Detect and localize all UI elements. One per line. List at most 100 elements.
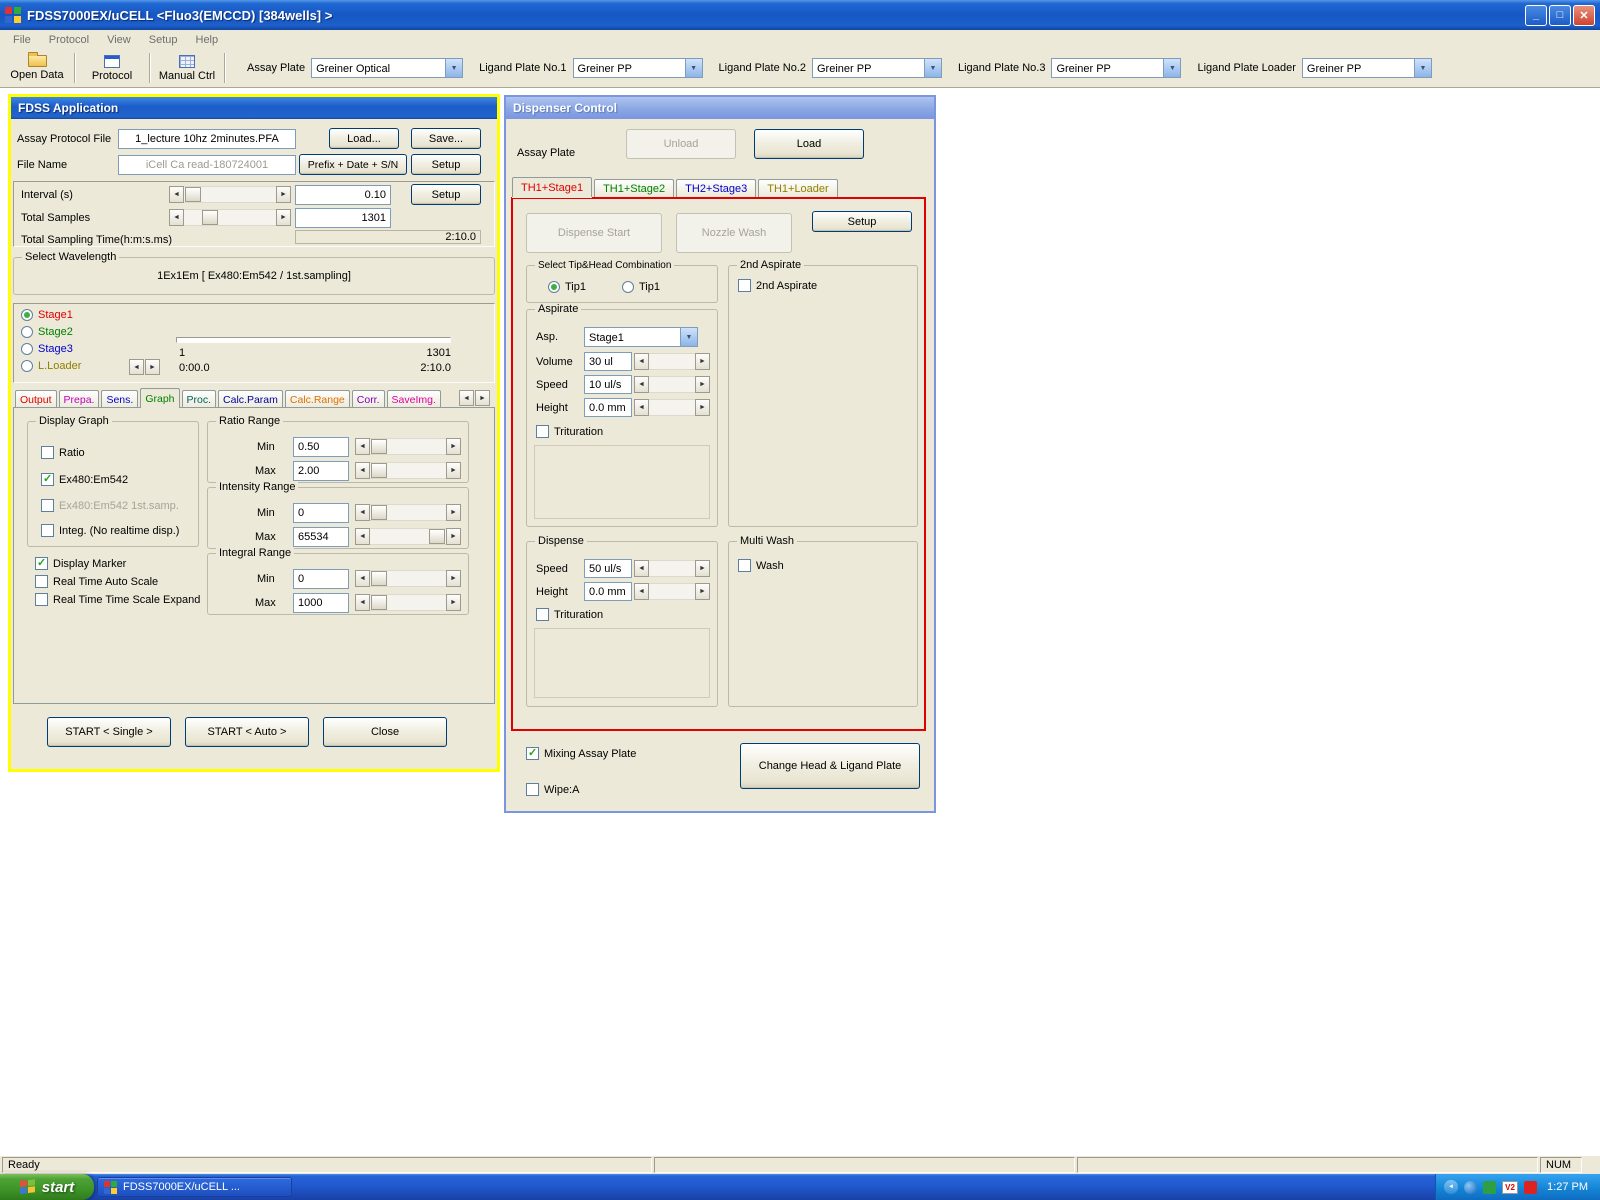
tab-prepa[interactable]: Prepa. <box>58 390 100 408</box>
aspirate-height-value[interactable]: 0.0 mm <box>584 398 632 417</box>
tab-calc-param[interactable]: Calc.Param <box>218 390 283 408</box>
start-auto-button[interactable]: START < Auto > <box>185 717 309 747</box>
scroll-thumb[interactable] <box>371 439 387 454</box>
chevron-down-icon[interactable]: ▼ <box>680 328 697 346</box>
v2-tray-icon[interactable]: V2 <box>1502 1180 1519 1194</box>
ratio-min-scrollbar[interactable]: ◄ ► <box>355 438 461 455</box>
change-head-ligand-plate-button[interactable]: Change Head & Ligand Plate <box>740 743 920 789</box>
integral-max-scrollbar[interactable]: ◄ ► <box>355 594 461 611</box>
chevron-down-icon[interactable]: ▼ <box>445 59 463 77</box>
arrow-right-icon[interactable]: ► <box>276 186 291 203</box>
tab-corr[interactable]: Corr. <box>351 390 385 408</box>
timeline-track[interactable] <box>176 337 451 343</box>
arrow-left-icon[interactable]: ◄ <box>634 353 649 370</box>
integral-min-value[interactable]: 0 <box>293 569 349 589</box>
arrow-left-icon[interactable]: ◄ <box>355 504 370 521</box>
timeline-left-arrow[interactable]: ◄ <box>129 359 144 375</box>
integral-min-scrollbar[interactable]: ◄ ► <box>355 570 461 587</box>
scroll-track[interactable] <box>649 560 695 577</box>
tab-proc[interactable]: Proc. <box>181 390 217 408</box>
tab-scroll-right[interactable]: ► <box>475 390 490 406</box>
arrow-left-icon[interactable]: ◄ <box>169 186 184 203</box>
ligand-plate-loader-combo[interactable]: Greiner PP ▼ <box>1301 58 1432 78</box>
wipe-a-checkbox[interactable]: Wipe:A <box>526 783 579 796</box>
arrow-right-icon[interactable]: ► <box>695 353 710 370</box>
arrow-right-icon[interactable]: ► <box>276 209 291 226</box>
unload-button[interactable]: Unload <box>626 129 736 159</box>
timeline-right-arrow[interactable]: ► <box>145 359 160 375</box>
integ-checkbox[interactable]: Integ. (No realtime disp.) <box>41 524 179 537</box>
scroll-track[interactable] <box>649 376 695 393</box>
chevron-down-icon[interactable]: ▼ <box>684 59 702 77</box>
assay-plate-combo[interactable]: Greiner Optical ▼ <box>311 58 464 78</box>
scroll-track[interactable] <box>370 462 446 479</box>
file-name-value[interactable]: iCell Ca read-180724001 <box>118 155 296 175</box>
arrow-right-icon[interactable]: ► <box>446 570 461 587</box>
scroll-track[interactable] <box>184 209 276 226</box>
assay-protocol-file-value[interactable]: 1_lecture 10hz 2minutes.PFA <box>118 129 296 149</box>
wash-checkbox[interactable]: Wash <box>738 559 784 572</box>
interval-scrollbar[interactable]: ◄ ► <box>169 186 291 203</box>
chevron-down-icon[interactable]: ▼ <box>1163 59 1181 77</box>
scroll-thumb[interactable] <box>429 529 445 544</box>
interval-setup-button[interactable]: Setup <box>411 184 481 205</box>
scroll-track[interactable] <box>370 594 446 611</box>
ratio-checkbox[interactable]: Ratio <box>41 446 85 459</box>
dispenser-window-titlebar[interactable]: Dispenser Control <box>506 97 934 119</box>
main-titlebar[interactable]: FDSS7000EX/uCELL <Fluo3(EMCCD) [384wells… <box>0 0 1600 30</box>
prefix-date-sn-button[interactable]: Prefix + Date + S/N <box>299 154 407 175</box>
menu-setup[interactable]: Setup <box>140 32 187 48</box>
display-marker-checkbox[interactable]: Display Marker <box>35 556 126 570</box>
tip1-radio[interactable]: Tip1 <box>548 281 586 293</box>
scroll-track[interactable] <box>649 353 695 370</box>
menu-help[interactable]: Help <box>187 32 228 48</box>
volume-value[interactable]: 30 ul <box>584 352 632 371</box>
intensity-max-value[interactable]: 65534 <box>293 527 349 547</box>
fdss-close-button[interactable]: Close <box>323 717 447 747</box>
scroll-thumb[interactable] <box>371 463 387 478</box>
tab-th1-stage2[interactable]: TH1+Stage2 <box>594 179 675 197</box>
tab-th1-loader[interactable]: TH1+Loader <box>758 179 838 197</box>
menu-file[interactable]: File <box>4 32 40 48</box>
interval-value[interactable]: 0.10 <box>295 185 391 205</box>
scroll-track[interactable] <box>649 583 695 600</box>
tab-sens[interactable]: Sens. <box>101 390 139 408</box>
menu-protocol[interactable]: Protocol <box>40 32 98 48</box>
scroll-track[interactable] <box>649 399 695 416</box>
tray-alert-icon[interactable] <box>1524 1180 1538 1194</box>
arrow-left-icon[interactable]: ◄ <box>355 528 370 545</box>
ex480-em542-checkbox[interactable]: Ex480:Em542 <box>41 472 128 486</box>
scroll-thumb[interactable] <box>371 505 387 520</box>
real-time-auto-scale-checkbox[interactable]: Real Time Auto Scale <box>35 575 158 588</box>
volume-scrollbar[interactable]: ◄ ► <box>634 353 710 370</box>
arrow-left-icon[interactable]: ◄ <box>355 438 370 455</box>
tab-saveimg[interactable]: SaveImg. <box>386 390 441 408</box>
arrow-right-icon[interactable]: ► <box>446 504 461 521</box>
dispense-start-button[interactable]: Dispense Start <box>526 213 662 253</box>
dispense-height-value[interactable]: 0.0 mm <box>584 582 632 601</box>
load-plate-button[interactable]: Load <box>754 129 864 159</box>
arrow-left-icon[interactable]: ◄ <box>169 209 184 226</box>
arrow-right-icon[interactable]: ► <box>695 560 710 577</box>
scroll-thumb[interactable] <box>202 210 218 225</box>
aspirate-speed-value[interactable]: 10 ul/s <box>584 375 632 394</box>
stage2-radio[interactable]: Stage2 <box>21 326 73 338</box>
tab-scroll-left[interactable]: ◄ <box>459 390 474 406</box>
maximize-button[interactable]: □ <box>1549 4 1571 26</box>
stage1-radio[interactable]: Stage1 <box>21 309 73 321</box>
aspirate-speed-scrollbar[interactable]: ◄ ► <box>634 376 710 393</box>
arrow-right-icon[interactable]: ► <box>446 594 461 611</box>
intensity-max-scrollbar[interactable]: ◄ ► <box>355 528 461 545</box>
arrow-left-icon[interactable]: ◄ <box>355 594 370 611</box>
menu-view[interactable]: View <box>98 32 140 48</box>
ratio-max-scrollbar[interactable]: ◄ ► <box>355 462 461 479</box>
fdss-window-titlebar[interactable]: FDSS Application <box>11 97 497 119</box>
start-button[interactable]: start <box>0 1174 94 1200</box>
ratio-max-value[interactable]: 2.00 <box>293 461 349 481</box>
ligand-plate-3-combo[interactable]: Greiner PP ▼ <box>1051 58 1182 78</box>
file-name-setup-button[interactable]: Setup <box>411 154 481 175</box>
dispense-trituration-checkbox[interactable]: Trituration <box>536 608 603 621</box>
dispense-speed-value[interactable]: 50 ul/s <box>584 559 632 578</box>
mixing-assay-plate-checkbox[interactable]: Mixing Assay Plate <box>526 746 636 760</box>
load-button[interactable]: Load... <box>329 128 399 149</box>
